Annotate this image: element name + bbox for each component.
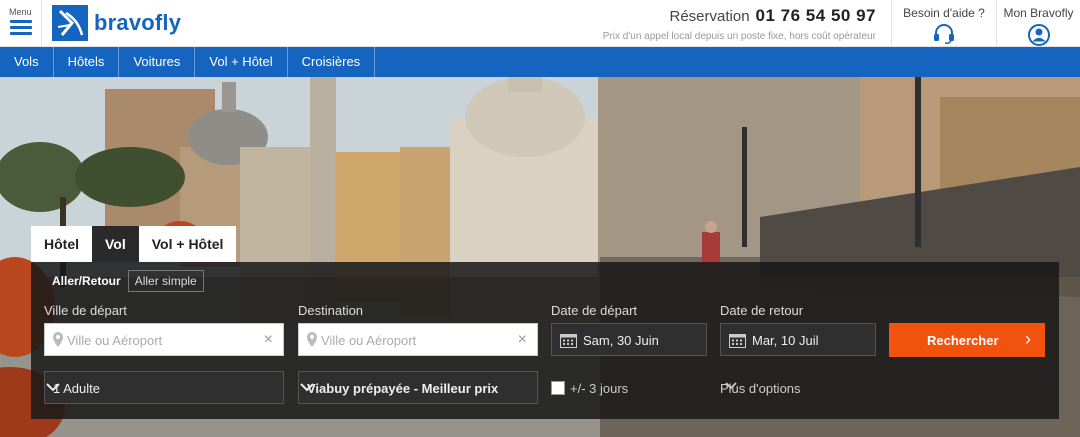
depart-date-field[interactable]: Sam, 30 Juin (551, 323, 707, 356)
reservation-label: Réservation (669, 8, 750, 25)
user-icon (1027, 24, 1050, 46)
nav-item-croisieres[interactable]: Croisières (288, 47, 376, 77)
headset-icon (934, 24, 954, 44)
site-header: Menu bravofly Réservation 01 76 54 50 97 … (0, 0, 1080, 47)
trip-type-round-trip[interactable]: Aller/Retour (45, 270, 128, 292)
departure-placeholder: Ville ou Aéroport (67, 333, 163, 348)
search-button[interactable]: Rechercher › (889, 323, 1045, 357)
return-date-label: Date de retour (720, 303, 804, 318)
chevron-down-icon (725, 382, 737, 390)
search-panel: Aller/Retour Aller simple Ville de dépar… (31, 262, 1059, 419)
more-options-toggle[interactable]: Plus d'options (720, 381, 801, 396)
phone-number[interactable]: 01 76 54 50 97 (756, 6, 876, 25)
hamburger-icon (10, 20, 32, 36)
close-icon[interactable]: × (518, 331, 527, 349)
flexible-dates-checkbox[interactable] (551, 381, 565, 395)
help-label: Besoin d'aide ? (903, 6, 985, 20)
account-button[interactable]: Mon Bravofly (996, 0, 1080, 46)
departure-label: Ville de départ (44, 303, 127, 318)
close-icon[interactable]: × (264, 331, 273, 349)
main-nav: Vols Hôtels Voitures Vol + Hôtel Croisiè… (0, 47, 1080, 77)
account-label: Mon Bravofly (1003, 6, 1074, 20)
chevron-right-icon: › (1025, 329, 1031, 349)
nav-item-vols[interactable]: Vols (0, 47, 54, 77)
chevron-down-icon (300, 383, 314, 392)
nav-item-voitures[interactable]: Voitures (119, 47, 196, 77)
destination-label: Destination (298, 303, 364, 318)
tab-hotel[interactable]: Hôtel (31, 226, 92, 262)
tab-vol[interactable]: Vol (92, 226, 139, 262)
brand-name: bravofly (94, 10, 182, 35)
destination-placeholder: Ville ou Aéroport (321, 333, 417, 348)
payment-value: Viabuy prépayée - Meilleur prix (307, 381, 499, 396)
departure-field[interactable]: Ville ou Aéroport × (44, 323, 284, 356)
return-date-value: Mar, 10 Juil (752, 333, 819, 348)
nav-item-hotels[interactable]: Hôtels (54, 47, 120, 77)
return-date-field[interactable]: Mar, 10 Juil (720, 323, 876, 356)
nav-item-vol-hotel[interactable]: Vol + Hôtel (195, 47, 288, 77)
chevron-down-icon (46, 383, 60, 392)
menu-label: Menu (9, 7, 32, 17)
logo-icon (52, 5, 88, 41)
reservation-info: Réservation 01 76 54 50 97 Prix d'un appe… (603, 6, 876, 42)
search-button-label: Rechercher (927, 333, 999, 348)
flexible-dates-label: +/- 3 jours (570, 381, 629, 396)
product-tabs: Hôtel Vol Vol + Hôtel (31, 226, 237, 262)
trip-type-toggle: Aller/Retour Aller simple (45, 270, 204, 292)
help-button[interactable]: Besoin d'aide ? (891, 0, 996, 46)
calendar-icon (729, 334, 746, 348)
pin-icon (53, 332, 63, 347)
tab-vol-hotel[interactable]: Vol + Hôtel (138, 226, 237, 262)
destination-field[interactable]: Ville ou Aéroport × (298, 323, 538, 356)
depart-date-label: Date de départ (551, 303, 638, 318)
depart-date-value: Sam, 30 Juin (583, 333, 659, 348)
menu-button[interactable]: Menu (0, 0, 42, 46)
bravofly-logo[interactable]: bravofly (52, 5, 181, 41)
trip-type-one-way[interactable]: Aller simple (127, 270, 204, 292)
payment-select[interactable]: Viabuy prépayée - Meilleur prix (298, 371, 538, 404)
hero-banner: Hôtel Vol Vol + Hôtel Aller/Retour Aller… (0, 77, 1080, 437)
pin-icon (307, 332, 317, 347)
calendar-icon (560, 334, 577, 348)
phone-note: Prix d'un appel local depuis un poste fi… (602, 31, 876, 42)
passengers-select[interactable]: 1 Adulte (44, 371, 284, 404)
